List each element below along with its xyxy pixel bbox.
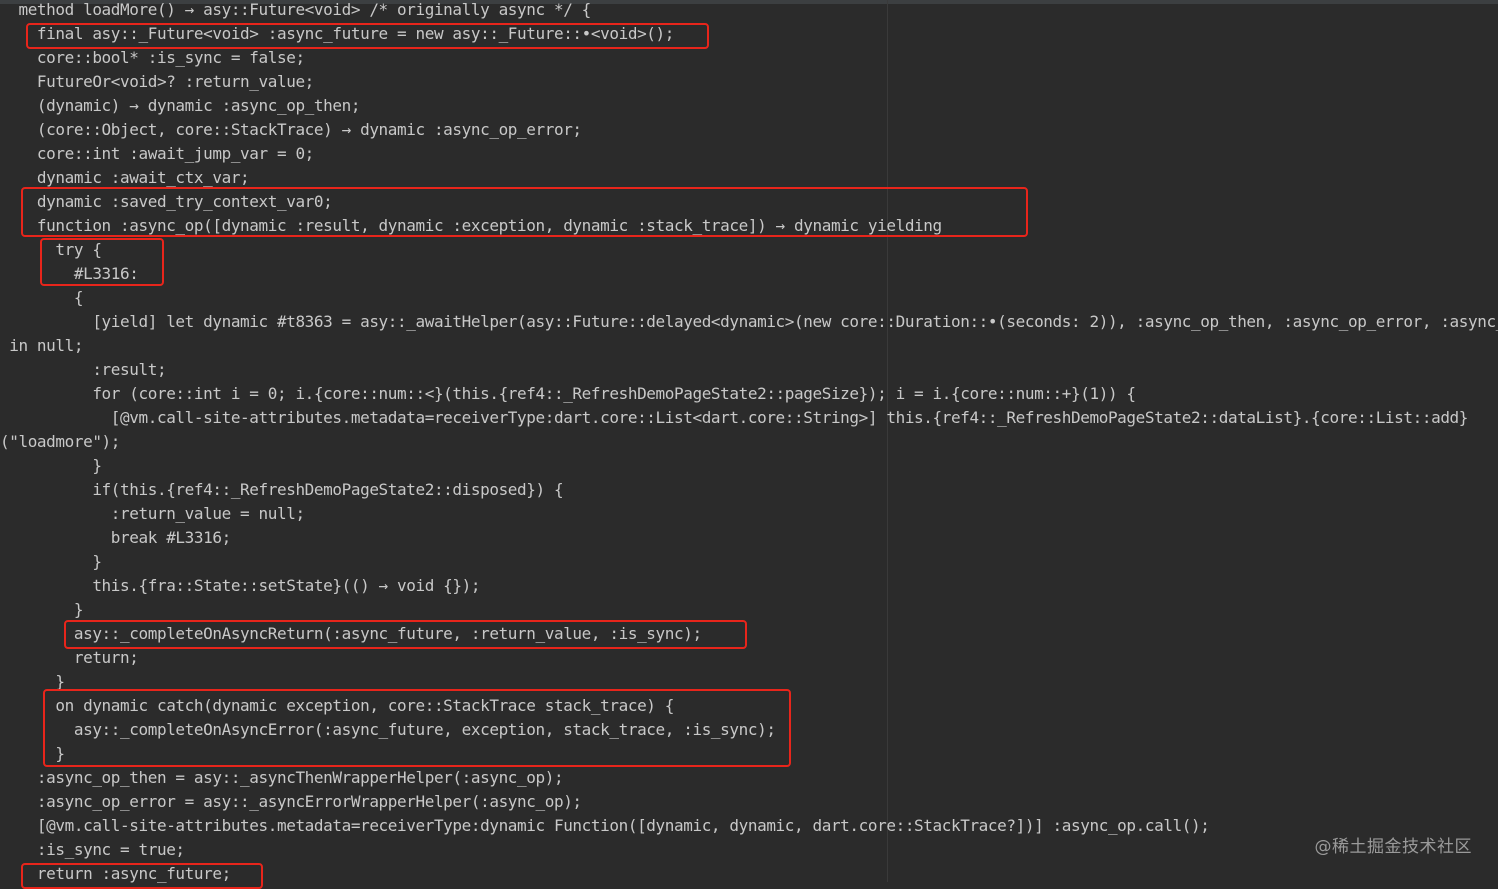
code-line: :result; bbox=[0, 360, 167, 379]
highlight-box-complete-return bbox=[64, 620, 747, 649]
highlight-box-try bbox=[40, 238, 164, 286]
code-line: return; bbox=[0, 648, 139, 667]
code-editor[interactable]: method loadMore() → asy::Future<void> /*… bbox=[0, 0, 1498, 889]
code-line: } bbox=[0, 456, 102, 475]
code-line: } bbox=[0, 600, 84, 619]
code-line: :async_op_then = asy::_asyncThenWrapperH… bbox=[0, 768, 564, 787]
code-line: this.{fra::State::setState}(() → void {}… bbox=[0, 576, 481, 595]
highlight-box-return bbox=[21, 863, 263, 889]
code-line: ("loadmore"); bbox=[0, 432, 121, 451]
watermark: @稀土掘金技术社区 bbox=[1314, 837, 1472, 857]
code-line: in null; bbox=[0, 336, 84, 355]
code-line: { bbox=[0, 288, 84, 307]
highlight-box-async-op bbox=[21, 187, 1028, 237]
code-line: (core::Object, core::StackTrace) → dynam… bbox=[0, 120, 582, 139]
code-line: [@vm.call-site-attributes.metadata=recei… bbox=[0, 816, 1210, 835]
code-line: :return_value = null; bbox=[0, 504, 305, 523]
code-line: [@vm.call-site-attributes.metadata=recei… bbox=[0, 408, 1469, 427]
code-line: :async_op_error = asy::_asyncErrorWrappe… bbox=[0, 792, 582, 811]
code-line: core::int :await_jump_var = 0; bbox=[0, 144, 314, 163]
code-line: } bbox=[0, 552, 102, 571]
code-line: break #L3316; bbox=[0, 528, 231, 547]
code-line: if(this.{ref4::_RefreshDemoPageState2::d… bbox=[0, 480, 564, 499]
highlight-box-catch bbox=[43, 689, 791, 767]
code-line: (dynamic) → dynamic :async_op_then; bbox=[0, 96, 361, 115]
code-line: FutureOr<void>? :return_value; bbox=[0, 72, 314, 91]
highlight-box-async-future bbox=[26, 23, 709, 49]
right-margin-guide bbox=[887, 0, 888, 882]
code-line: [yield] let dynamic #t8363 = asy::_await… bbox=[0, 312, 1498, 331]
code-line: core::bool* :is_sync = false; bbox=[0, 48, 305, 67]
code-line: method loadMore() → asy::Future<void> /*… bbox=[0, 0, 591, 19]
code-line: for (core::int i = 0; i.{core::num::<}(t… bbox=[0, 384, 1136, 403]
code-line: :is_sync = true; bbox=[0, 840, 185, 859]
